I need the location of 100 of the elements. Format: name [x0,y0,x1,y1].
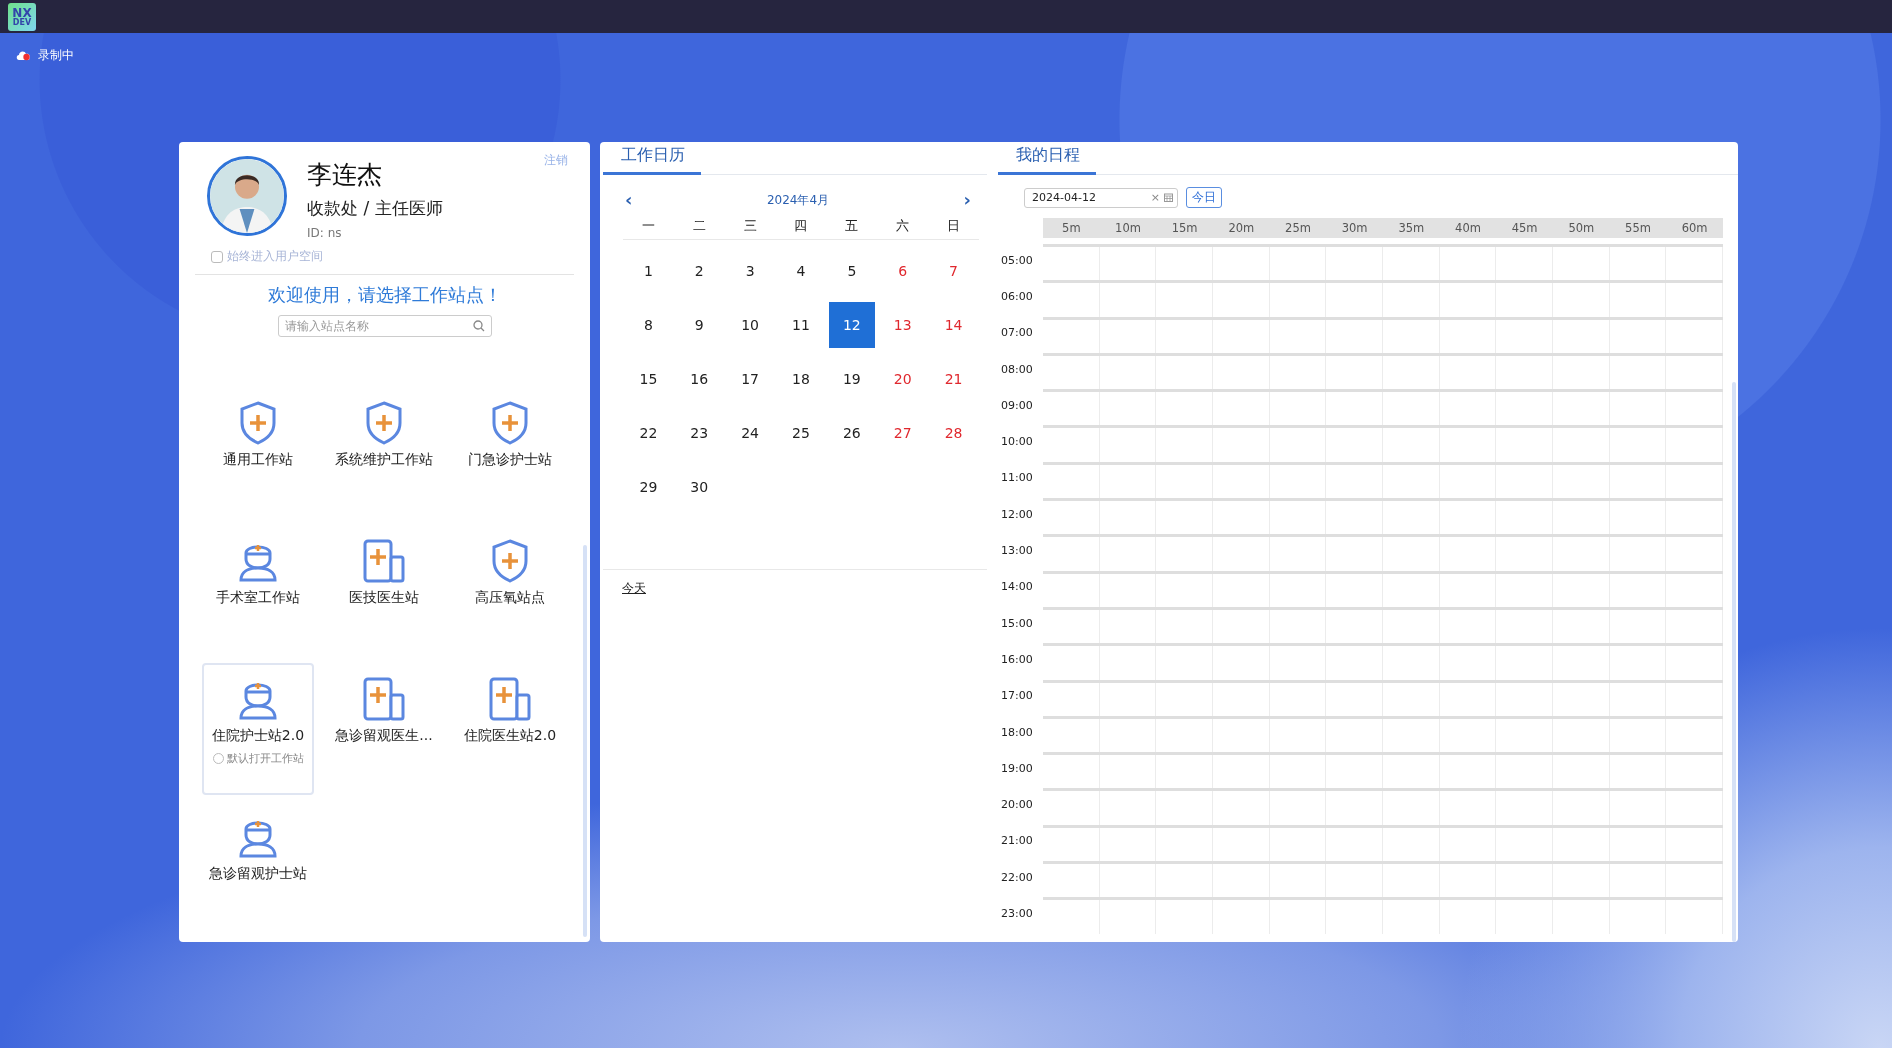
hour-label: 17:00 [1001,689,1033,703]
weekday-label: 三 [742,217,758,235]
hour-label: 07:00 [1001,326,1033,340]
weekday-label: 一 [640,217,656,235]
station-label: 通用工作站 [223,451,293,469]
minute-label: 60m [1680,221,1709,235]
recording-label: 录制中 [38,46,74,64]
calendar-day[interactable]: 17 [727,356,774,402]
calendar-day[interactable]: 9 [676,302,723,348]
calendar-day[interactable]: 14 [930,302,977,348]
calendar-day[interactable]: 22 [625,410,672,456]
today-button[interactable]: 今日 [1186,187,1222,208]
calendar-day[interactable]: 27 [879,410,926,456]
prev-month-button[interactable]: ‹ [625,191,633,209]
hour-label: 18:00 [1001,725,1033,739]
calendar-day[interactable]: 3 [727,248,774,294]
calendar-day[interactable]: 30 [676,464,723,510]
calendar-day[interactable]: 1 [625,248,672,294]
weekday-label: 六 [895,217,911,235]
weekday-label: 日 [946,217,962,235]
station-label: 系统维护工作站 [335,451,433,469]
calendar-day[interactable]: 19 [828,356,875,402]
calendar-day[interactable]: 12 [828,302,875,348]
calendar-day[interactable]: 7 [930,248,977,294]
weekday-label: 五 [844,217,860,235]
station-label: 急诊留观医生... [335,727,433,745]
calendar-day[interactable]: 20 [879,356,926,402]
minute-label: 35m [1397,221,1426,235]
station-card[interactable]: 通用工作站 [202,387,314,519]
calendar-day[interactable]: 15 [625,356,672,402]
month-label: 2024年4月 [766,191,830,209]
calendar-day[interactable]: 6 [879,248,926,294]
user-id: ID: ns [307,226,343,240]
hour-label: 09:00 [1001,398,1033,412]
minute-label: 40m [1454,221,1482,235]
station-card[interactable]: 急诊留观医生... [328,663,440,795]
station-card[interactable]: 住院医生站2.0 [454,663,566,795]
calendar-day[interactable]: 25 [778,410,824,456]
calendar-day[interactable]: 11 [778,302,824,348]
minute-label: 45m [1510,221,1539,235]
document-plus-icon [363,539,405,583]
calendar-day[interactable]: 2 [676,248,723,294]
calendar-day[interactable]: 29 [625,464,672,510]
app-logo[interactable]: NX DEV [8,2,36,31]
hour-label: 21:00 [1001,834,1033,848]
station-label: 医技医生站 [349,589,419,607]
hour-label: 10:00 [1001,435,1033,449]
station-card[interactable]: 急诊留观护士站 [202,801,314,933]
minute-label: 55m [1624,221,1652,235]
schedule-tab[interactable]: 我的日程 [998,145,1096,175]
hour-label: 16:00 [1001,652,1033,666]
station-label: 手术室工作站 [216,589,300,607]
calendar-day[interactable]: 24 [727,410,774,456]
today-link[interactable]: 今天 [622,580,646,597]
hour-label: 15:00 [1001,616,1033,630]
calendar-tab[interactable]: 工作日历 [603,145,701,175]
hour-label: 11:00 [1001,471,1033,485]
search-icon [472,320,485,332]
date-field[interactable]: 2024-04-12 × [1024,187,1178,208]
calendar-day[interactable]: 5 [828,248,875,294]
calendar-day[interactable]: 18 [778,356,824,402]
station-card[interactable]: 住院护士站2.0 默认打开工作站 [202,663,314,795]
calendar-day[interactable]: 8 [625,302,672,348]
calendar-day[interactable]: 4 [778,248,824,294]
checkbox-label: 始终进入用户空间 [227,248,323,265]
next-month-button[interactable]: › [963,191,971,209]
station-card[interactable]: 高压氧站点 [454,525,566,657]
station-label: 住院医生站2.0 [463,727,557,745]
calendar-day[interactable]: 13 [879,302,926,348]
logo-subtext: DEV [12,18,32,27]
calendar-day[interactable]: 10 [727,302,774,348]
shield-plus-icon [239,401,277,445]
minute-label: 50m [1567,221,1596,235]
scrollbar[interactable] [583,545,587,937]
hour-label: 06:00 [1001,289,1033,303]
hour-label: 22:00 [1001,870,1033,884]
checkbox[interactable] [211,250,223,263]
station-card[interactable]: 系统维护工作站 [328,387,440,519]
calendar-day[interactable]: 16 [676,356,723,402]
minute-label: 30m [1340,221,1369,235]
minute-label: 20m [1227,221,1256,235]
station-label: 急诊留观护士站 [209,865,307,883]
clear-button[interactable]: × [1150,191,1160,204]
hour-label: 13:00 [1001,544,1033,557]
minute-label: 10m [1114,221,1142,235]
scrollbar[interactable] [1732,382,1736,942]
minute-label: 5m [1061,221,1082,235]
weekday-label: 二 [691,217,707,235]
station-card[interactable]: 门急诊护士站 [454,387,566,519]
station-card[interactable]: 手术室工作站 [202,525,314,657]
calendar-day[interactable]: 23 [676,410,723,456]
minute-label: 25m [1284,221,1312,235]
welcome-text: 欢迎使用，请选择工作站点！ [266,283,503,307]
shield-plus-icon [491,401,529,445]
calendar-day[interactable]: 26 [828,410,875,456]
station-card[interactable]: 医技医生站 [328,525,440,657]
calendar-icon [1164,193,1173,202]
calendar-day[interactable]: 21 [930,356,977,402]
calendar-day[interactable]: 28 [930,410,977,456]
user-role: 收款处 / 主任医师 [307,197,443,220]
